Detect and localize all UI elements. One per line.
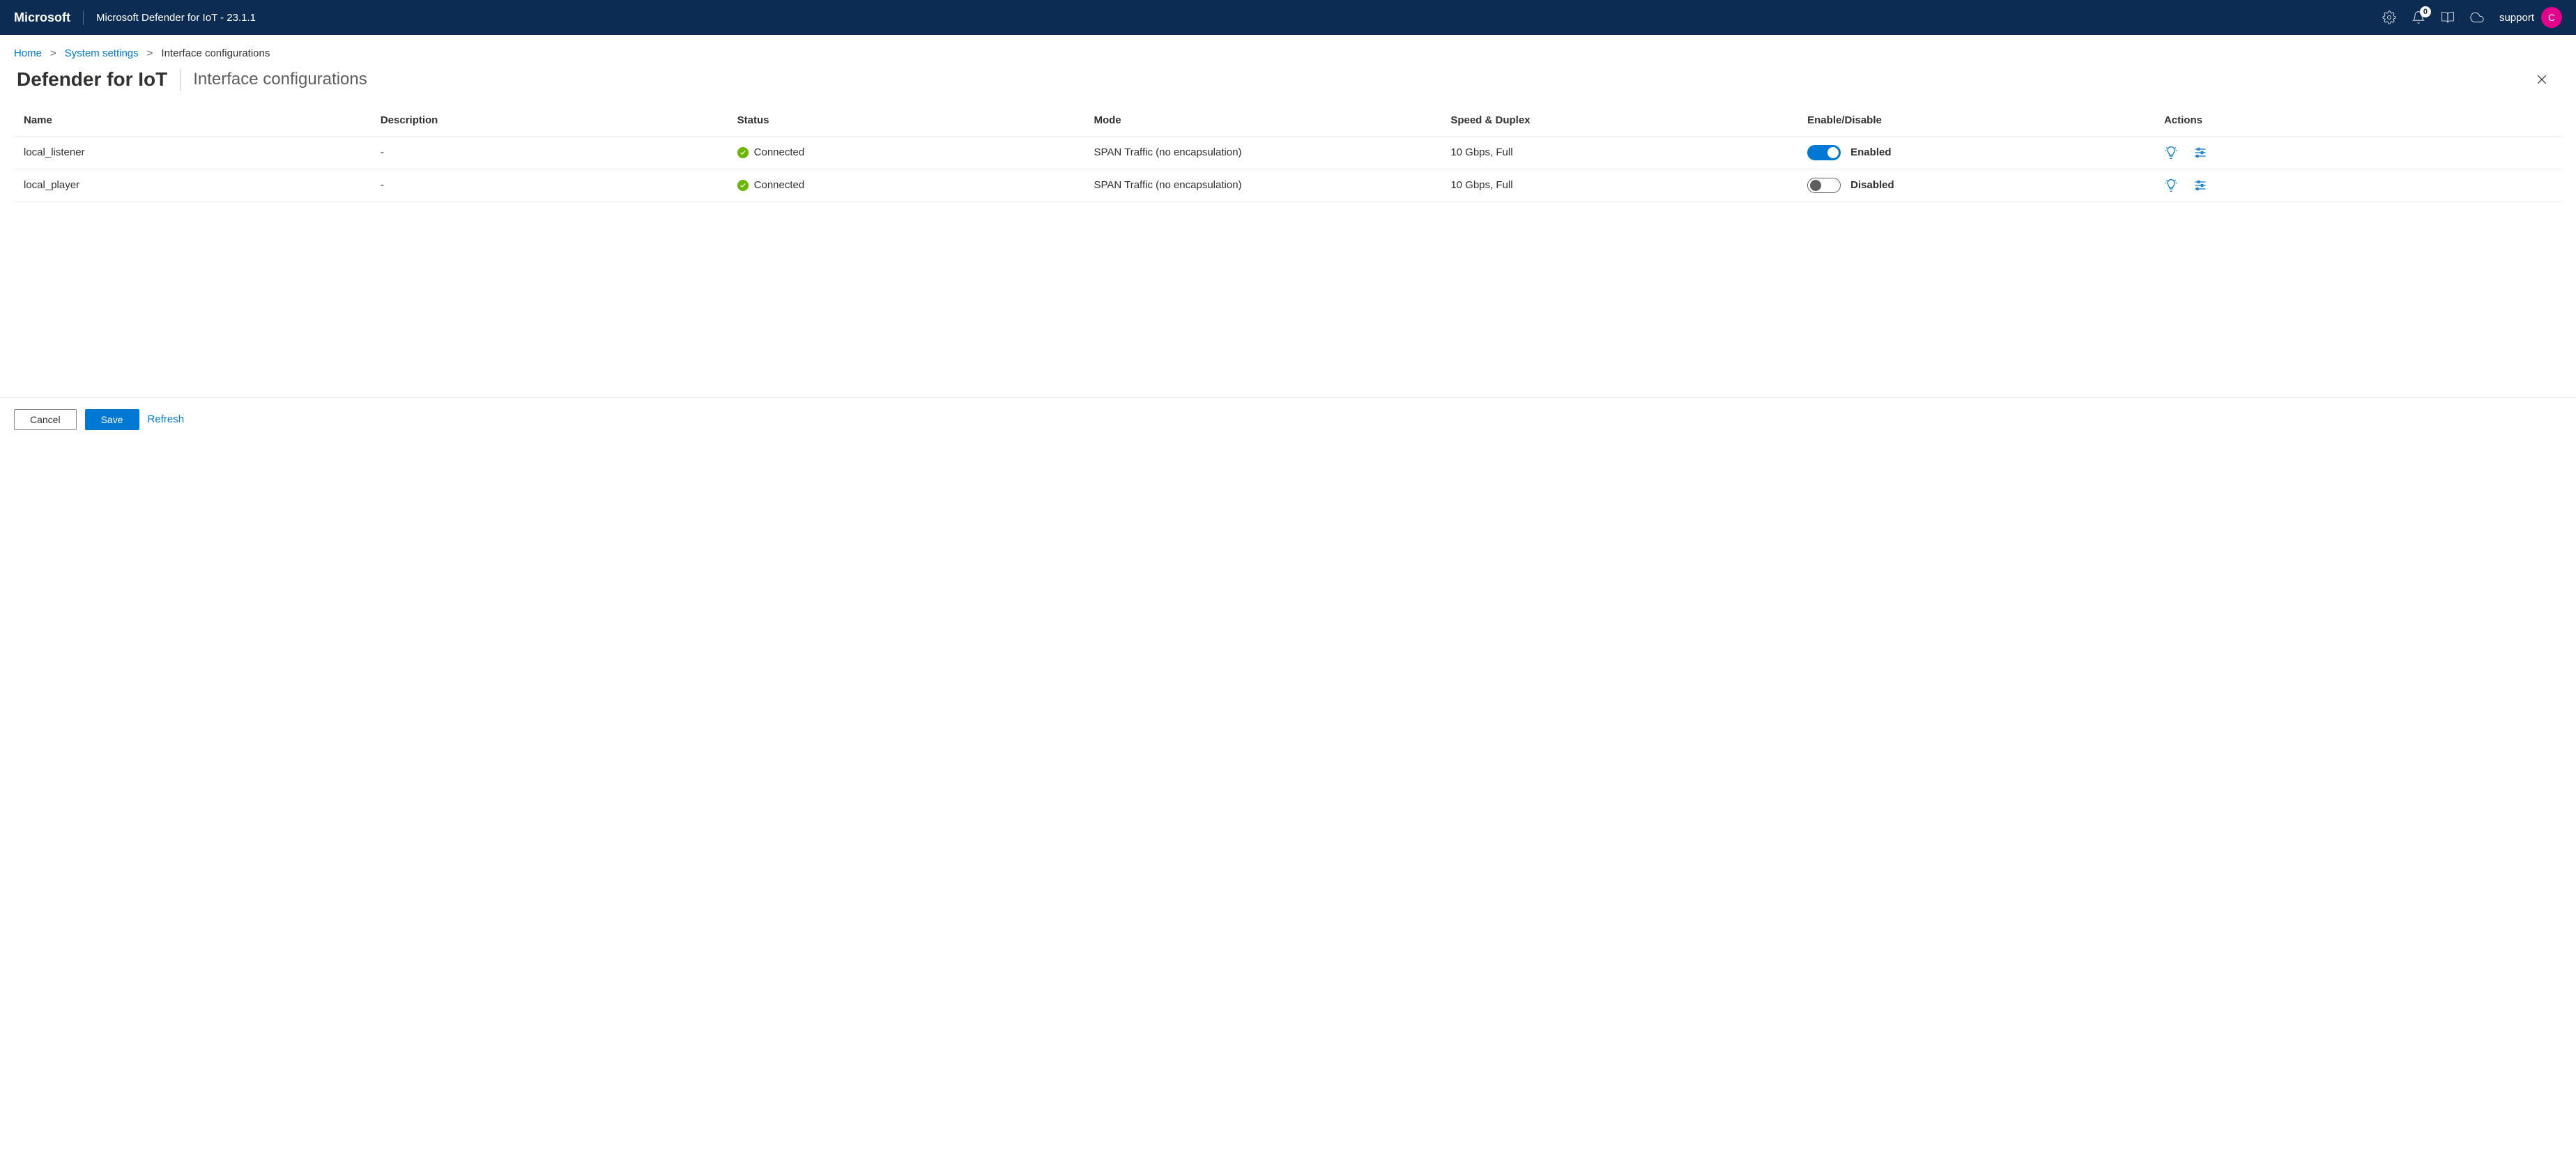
blink-led-icon[interactable] bbox=[2164, 178, 2178, 192]
status-connected-icon bbox=[737, 147, 749, 158]
interface-table-wrap: Name Description Status Mode Speed & Dup… bbox=[0, 105, 2576, 202]
table-row: local_player- Connected SPAN Traffic (no e… bbox=[14, 169, 2562, 201]
notifications-icon[interactable]: 0 bbox=[2412, 10, 2425, 24]
cell-status: Connected bbox=[728, 169, 1084, 201]
brand-label: Microsoft bbox=[14, 10, 84, 25]
col-header-name[interactable]: Name bbox=[14, 105, 371, 137]
page-product-title: Defender for IoT bbox=[17, 69, 181, 91]
cell-actions bbox=[2154, 169, 2562, 201]
cell-name: local_player bbox=[14, 169, 371, 201]
col-header-description[interactable]: Description bbox=[371, 105, 728, 137]
cell-actions bbox=[2154, 136, 2562, 169]
cell-name: local_listener bbox=[14, 136, 371, 169]
page-subtitle: Interface configurations bbox=[181, 70, 367, 89]
blink-led-icon[interactable] bbox=[2164, 146, 2178, 160]
interface-table: Name Description Status Mode Speed & Dup… bbox=[14, 105, 2562, 202]
enable-label: Enabled bbox=[1850, 146, 1891, 158]
cell-description: - bbox=[371, 136, 728, 169]
save-button[interactable]: Save bbox=[85, 409, 139, 430]
advanced-settings-icon[interactable] bbox=[2193, 178, 2207, 192]
breadcrumb-sep: > bbox=[147, 47, 153, 59]
cloud-icon[interactable] bbox=[2470, 10, 2484, 24]
cancel-button[interactable]: Cancel bbox=[14, 409, 77, 430]
breadcrumb-sep: > bbox=[50, 47, 56, 59]
col-header-actions[interactable]: Actions bbox=[2154, 105, 2562, 137]
cell-description: - bbox=[371, 169, 728, 201]
breadcrumb: Home > System settings > Interface confi… bbox=[0, 35, 2576, 66]
page-title-row: Defender for IoT Interface configuration… bbox=[0, 66, 2576, 105]
cell-mode: SPAN Traffic (no encapsulation) bbox=[1084, 136, 1441, 169]
footer-actions: Cancel Save Refresh bbox=[0, 397, 2576, 444]
docs-icon[interactable] bbox=[2441, 10, 2455, 24]
status-connected-icon bbox=[737, 180, 749, 191]
enable-label: Disabled bbox=[1850, 179, 1894, 191]
advanced-settings-icon[interactable] bbox=[2193, 146, 2207, 160]
col-header-enable[interactable]: Enable/Disable bbox=[1797, 105, 2154, 137]
col-header-status[interactable]: Status bbox=[728, 105, 1084, 137]
avatar: C bbox=[2541, 7, 2562, 28]
status-text: Connected bbox=[754, 179, 805, 191]
breadcrumb-current: Interface configurations bbox=[161, 47, 270, 59]
table-row: local_listener- Connected SPAN Traffic (no… bbox=[14, 136, 2562, 169]
close-button[interactable] bbox=[2531, 69, 2552, 90]
cell-enable: Disabled bbox=[1797, 169, 2154, 201]
cell-speed: 10 Gbps, Full bbox=[1441, 169, 1797, 201]
refresh-link[interactable]: Refresh bbox=[148, 413, 185, 425]
breadcrumb-home[interactable]: Home bbox=[14, 47, 42, 59]
cell-status: Connected bbox=[728, 136, 1084, 169]
app-header: Microsoft Microsoft Defender for IoT - 2… bbox=[0, 0, 2576, 35]
cell-speed: 10 Gbps, Full bbox=[1441, 136, 1797, 169]
enable-toggle[interactable] bbox=[1807, 178, 1841, 193]
enable-toggle[interactable] bbox=[1807, 145, 1841, 160]
col-header-mode[interactable]: Mode bbox=[1084, 105, 1441, 137]
col-header-speed[interactable]: Speed & Duplex bbox=[1441, 105, 1797, 137]
cell-mode: SPAN Traffic (no encapsulation) bbox=[1084, 169, 1441, 201]
status-text: Connected bbox=[754, 146, 805, 158]
notification-count-badge: 0 bbox=[2420, 6, 2431, 17]
app-title: Microsoft Defender for IoT - 23.1.1 bbox=[84, 12, 256, 24]
user-menu[interactable]: support C bbox=[2499, 7, 2562, 28]
breadcrumb-system-settings[interactable]: System settings bbox=[65, 47, 139, 59]
settings-icon[interactable] bbox=[2382, 10, 2396, 24]
cell-enable: Enabled bbox=[1797, 136, 2154, 169]
user-name-label: support bbox=[2499, 12, 2534, 24]
